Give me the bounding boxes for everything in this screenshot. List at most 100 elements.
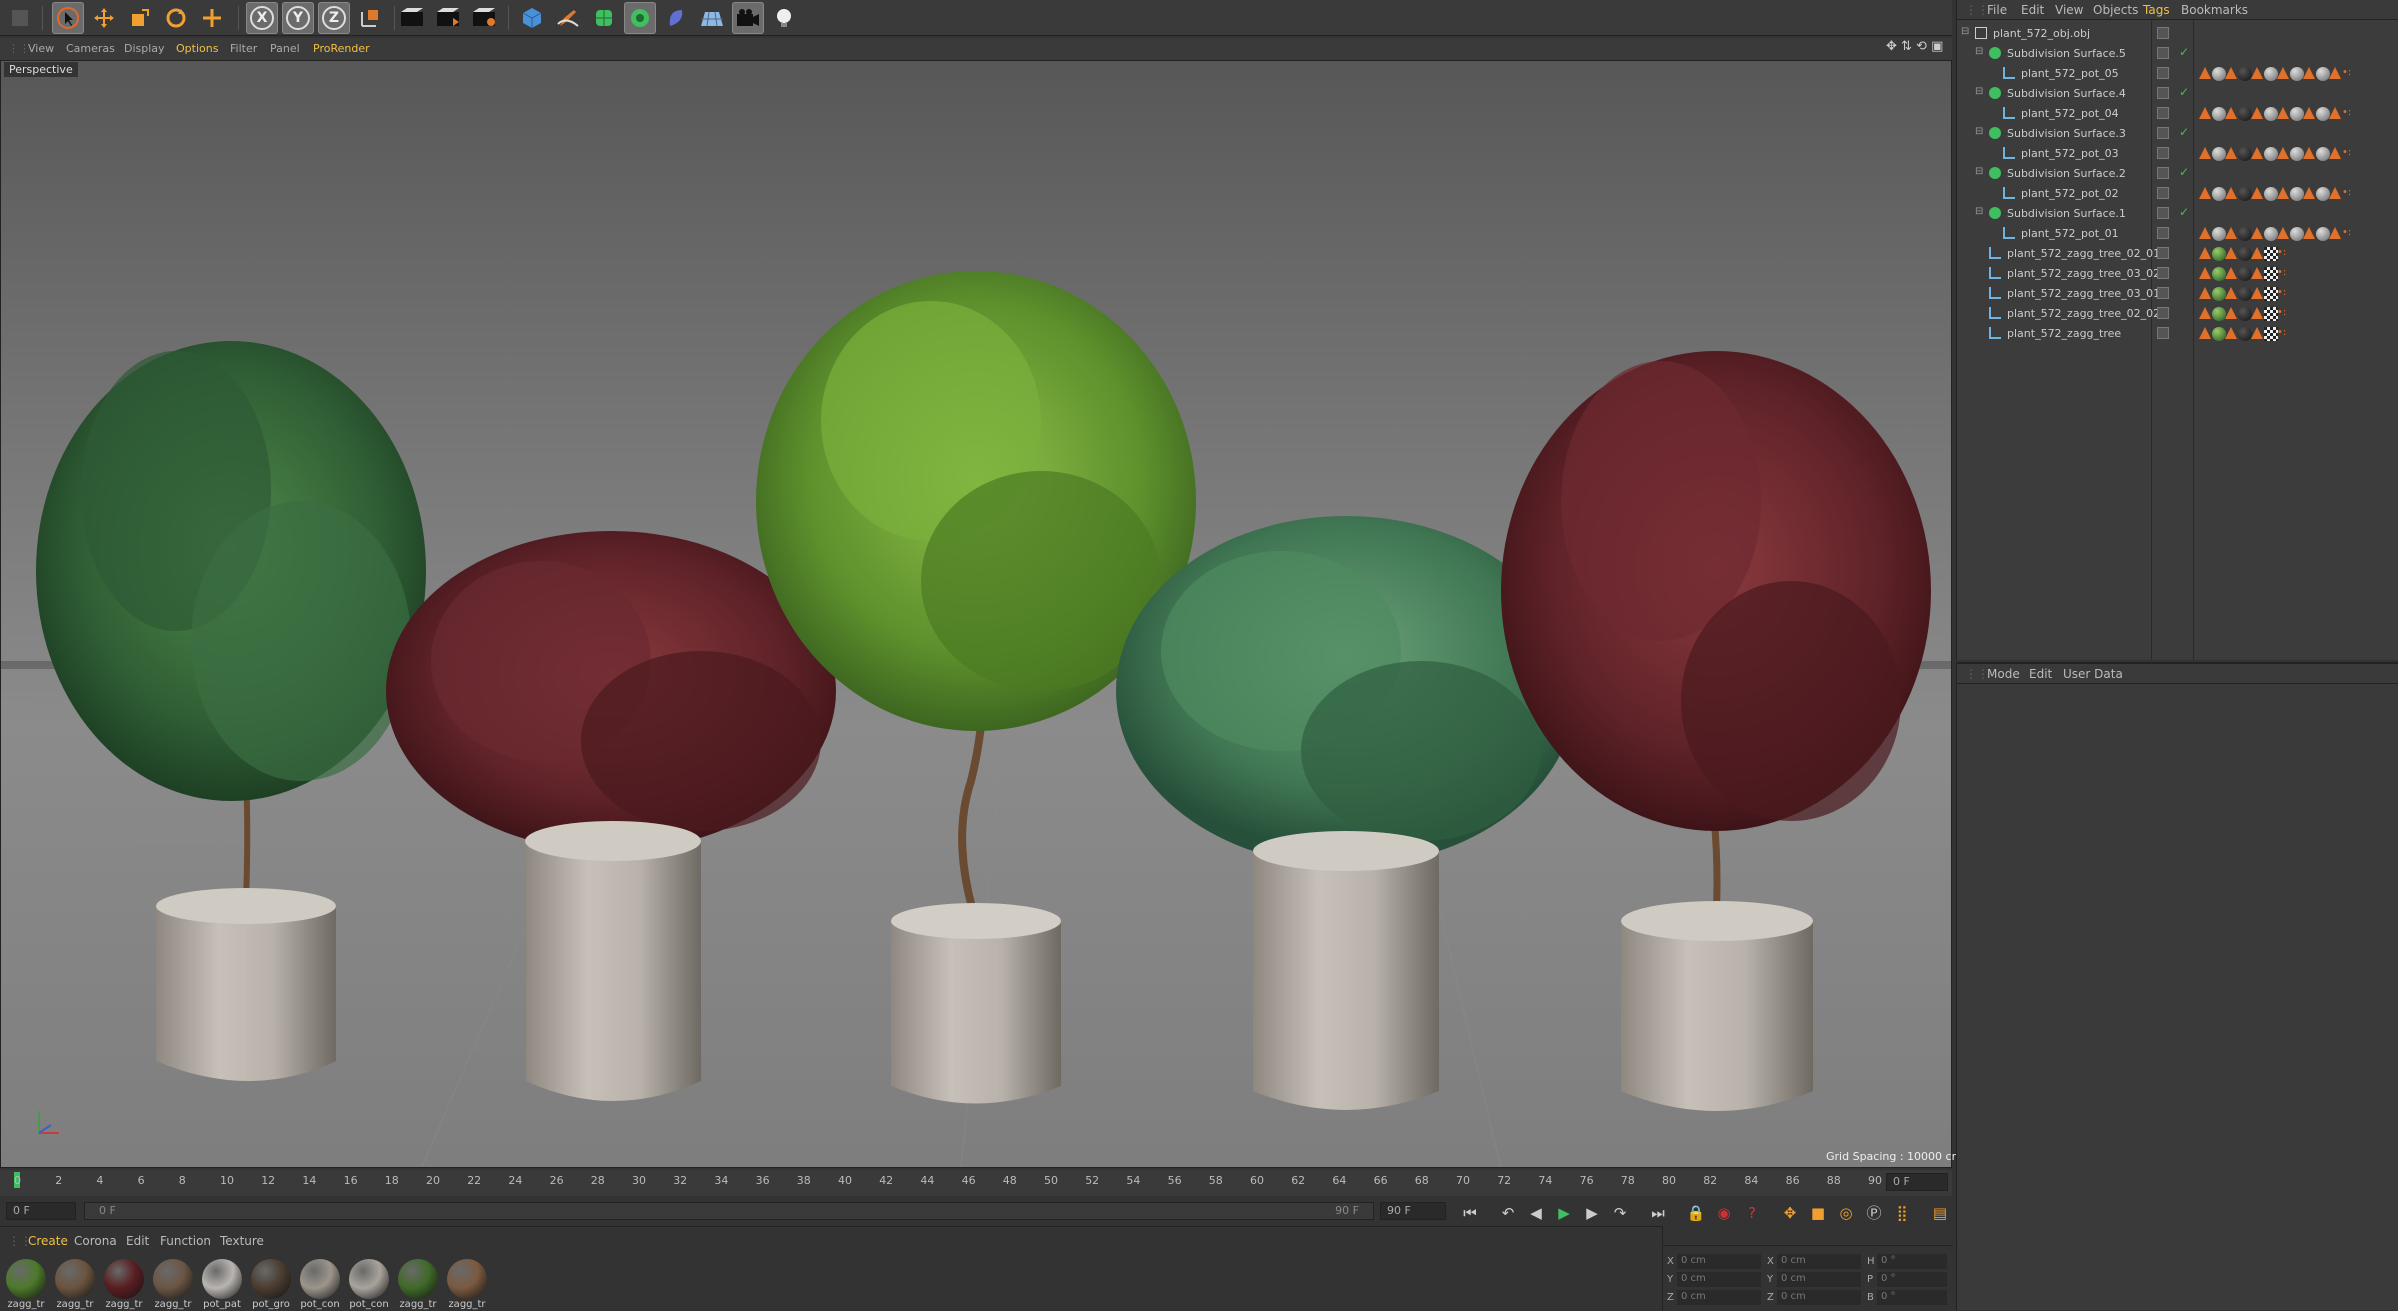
phong-tag-icon[interactable] xyxy=(2303,227,2315,239)
object-row[interactable]: plant_572_zagg_tree•: xyxy=(1957,324,2398,344)
phong-tag-icon[interactable] xyxy=(2225,287,2237,299)
material-tag-icon[interactable] xyxy=(2264,107,2278,121)
visibility-toggle-icon[interactable] xyxy=(2157,307,2169,319)
object-row[interactable]: ⊟Subdivision Surface.5✓ xyxy=(1957,44,2398,64)
enabled-check-icon[interactable]: ✓ xyxy=(2179,45,2189,59)
render-settings-icon[interactable] xyxy=(468,2,500,34)
enabled-check-icon[interactable]: ✓ xyxy=(2179,125,2189,139)
material-tag-icon[interactable] xyxy=(2316,187,2330,201)
material-swatch[interactable]: zagg_tr xyxy=(151,1259,195,1311)
material-tag-icon[interactable] xyxy=(2316,107,2330,121)
visibility-toggle-icon[interactable] xyxy=(2157,107,2169,119)
expand-toggle-icon[interactable]: ⊟ xyxy=(1975,166,1983,177)
key-scale-icon[interactable]: ■ xyxy=(1806,1201,1830,1225)
phong-tag-icon[interactable] xyxy=(2225,227,2237,239)
pos-x-field[interactable]: 0 cm xyxy=(1677,1254,1761,1269)
material-swatch[interactable]: zagg_tr xyxy=(4,1259,48,1311)
phong-tag-icon[interactable] xyxy=(2199,107,2211,119)
phong-tag-icon[interactable] xyxy=(2303,147,2315,159)
visibility-toggle-icon[interactable] xyxy=(2157,87,2169,99)
size-x-field[interactable]: 0 cm xyxy=(1777,1254,1861,1269)
selection-tag-icon[interactable]: •: xyxy=(2342,227,2356,241)
pos-y-field[interactable]: 0 cm xyxy=(1677,1272,1761,1287)
viewport-nav-icons[interactable]: ✥ ⇅ ⟲ ▣ xyxy=(1886,39,1943,54)
end-frame-field[interactable]: 90 F xyxy=(1380,1202,1446,1220)
material-swatch[interactable]: pot_pat xyxy=(200,1259,244,1311)
phong-tag-icon[interactable] xyxy=(2225,327,2237,339)
recent-tool-icon[interactable] xyxy=(196,2,228,34)
phong-tag-icon[interactable] xyxy=(2251,287,2263,299)
expand-toggle-icon[interactable]: ⊟ xyxy=(1975,126,1983,137)
material-tag-icon[interactable] xyxy=(2264,147,2278,161)
key-position-icon[interactable]: ✥ xyxy=(1778,1201,1802,1225)
current-frame-field[interactable]: 0 F xyxy=(1886,1173,1948,1191)
previous-frame-icon[interactable]: ◀ xyxy=(1524,1201,1548,1225)
render-view-icon[interactable] xyxy=(396,2,428,34)
menu-view[interactable]: View xyxy=(2055,3,2083,17)
visibility-toggle-icon[interactable] xyxy=(2157,167,2169,179)
menu-prorender[interactable]: ProRender xyxy=(313,42,370,55)
rot-h-field[interactable]: 0 ° xyxy=(1877,1254,1947,1269)
phong-tag-icon[interactable] xyxy=(2225,267,2237,279)
material-tag-icon[interactable] xyxy=(2238,107,2252,121)
phong-tag-icon[interactable] xyxy=(2251,307,2263,319)
material-tag-icon[interactable] xyxy=(2290,187,2304,201)
material-tag-icon[interactable] xyxy=(2238,147,2252,161)
material-tag-icon[interactable] xyxy=(2212,187,2226,201)
size-y-field[interactable]: 0 cm xyxy=(1777,1272,1861,1287)
material-tag-icon[interactable] xyxy=(2316,67,2330,81)
material-tag-icon[interactable] xyxy=(2212,327,2226,341)
material-swatch[interactable]: zagg_tr xyxy=(445,1259,489,1311)
coordinate-system-icon[interactable] xyxy=(354,2,386,34)
uvw-tag-icon[interactable] xyxy=(2264,307,2278,321)
visibility-toggle-icon[interactable] xyxy=(2157,327,2169,339)
phong-tag-icon[interactable] xyxy=(2225,187,2237,199)
phong-tag-icon[interactable] xyxy=(2251,227,2263,239)
material-tag-icon[interactable] xyxy=(2212,147,2226,161)
object-row[interactable]: ⊟Subdivision Surface.2✓ xyxy=(1957,164,2398,184)
visibility-toggle-icon[interactable] xyxy=(2157,147,2169,159)
material-swatch[interactable]: pot_con xyxy=(347,1259,391,1311)
menu-edit[interactable]: Edit xyxy=(2029,667,2052,681)
phong-tag-icon[interactable] xyxy=(2251,187,2263,199)
object-row[interactable]: ⊟Subdivision Surface.1✓ xyxy=(1957,204,2398,224)
selection-tag-icon[interactable]: •: xyxy=(2277,267,2291,281)
expand-toggle-icon[interactable]: ⊟ xyxy=(1975,46,1983,57)
auto-keying-icon[interactable]: ? xyxy=(1740,1201,1764,1225)
pen-icon[interactable] xyxy=(552,2,584,34)
phong-tag-icon[interactable] xyxy=(2199,67,2211,79)
selection-tag-icon[interactable]: •: xyxy=(2342,147,2356,161)
enabled-check-icon[interactable]: ✓ xyxy=(2179,205,2189,219)
tab-edit[interactable]: Edit xyxy=(126,1234,149,1248)
selection-tag-icon[interactable]: •: xyxy=(2277,307,2291,321)
next-key-icon[interactable]: ↷ xyxy=(1608,1201,1632,1225)
material-tag-icon[interactable] xyxy=(2290,67,2304,81)
material-tag-icon[interactable] xyxy=(2290,227,2304,241)
expand-toggle-icon[interactable]: ⊟ xyxy=(1975,86,1983,97)
visibility-toggle-icon[interactable] xyxy=(2157,287,2169,299)
phong-tag-icon[interactable] xyxy=(2329,147,2341,159)
material-tag-icon[interactable] xyxy=(2238,267,2252,281)
visibility-toggle-icon[interactable] xyxy=(2157,187,2169,199)
visibility-toggle-icon[interactable] xyxy=(2157,247,2169,259)
phong-tag-icon[interactable] xyxy=(2277,67,2289,79)
object-row[interactable]: plant_572_pot_02•: xyxy=(1957,184,2398,204)
menu-objects[interactable]: Objects xyxy=(2093,3,2138,17)
go-to-start-icon[interactable]: ⏮ xyxy=(1458,1201,1482,1225)
pos-z-field[interactable]: 0 cm xyxy=(1677,1290,1761,1305)
keyframe-lock-icon[interactable]: 🔒 xyxy=(1684,1201,1708,1225)
material-swatch[interactable]: zagg_tr xyxy=(53,1259,97,1311)
phong-tag-icon[interactable] xyxy=(2251,267,2263,279)
uvw-tag-icon[interactable] xyxy=(2264,327,2278,341)
material-swatch[interactable]: pot_con xyxy=(298,1259,342,1311)
selection-tag-icon[interactable]: •: xyxy=(2342,187,2356,201)
selection-tag-icon[interactable]: •: xyxy=(2277,327,2291,341)
object-row[interactable]: plant_572_pot_03•: xyxy=(1957,144,2398,164)
material-swatch[interactable]: pot_gro xyxy=(249,1259,293,1311)
material-tag-icon[interactable] xyxy=(2212,107,2226,121)
phong-tag-icon[interactable] xyxy=(2329,107,2341,119)
visibility-toggle-icon[interactable] xyxy=(2157,67,2169,79)
select-icon[interactable] xyxy=(52,2,84,34)
object-row[interactable]: ⊟Subdivision Surface.4✓ xyxy=(1957,84,2398,104)
phong-tag-icon[interactable] xyxy=(2225,247,2237,259)
